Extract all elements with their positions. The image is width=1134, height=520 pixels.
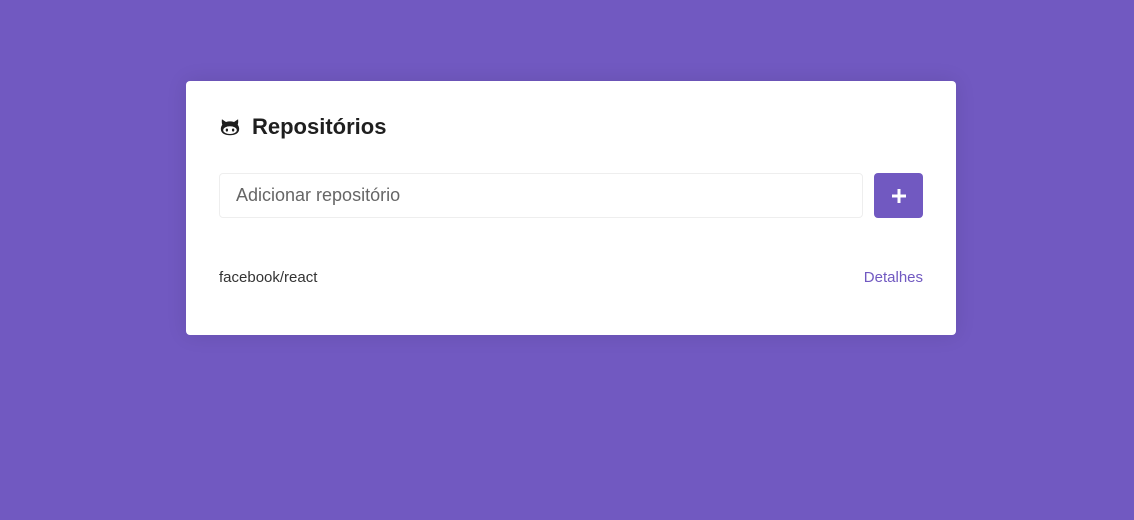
details-link[interactable]: Detalhes <box>864 269 923 286</box>
page-header: Repositórios <box>219 114 923 140</box>
github-icon <box>219 116 252 138</box>
repository-input[interactable] <box>219 173 863 218</box>
add-repository-form <box>219 173 923 218</box>
plus-icon <box>891 188 906 203</box>
repository-list: facebook/react Detalhes <box>219 258 923 296</box>
repository-name: facebook/react <box>219 268 318 286</box>
add-repository-button[interactable] <box>874 173 923 218</box>
list-item: facebook/react Detalhes <box>219 258 923 296</box>
page-title: Repositórios <box>252 114 387 139</box>
repositories-card: Repositórios facebook/react Detalhes <box>186 81 956 335</box>
